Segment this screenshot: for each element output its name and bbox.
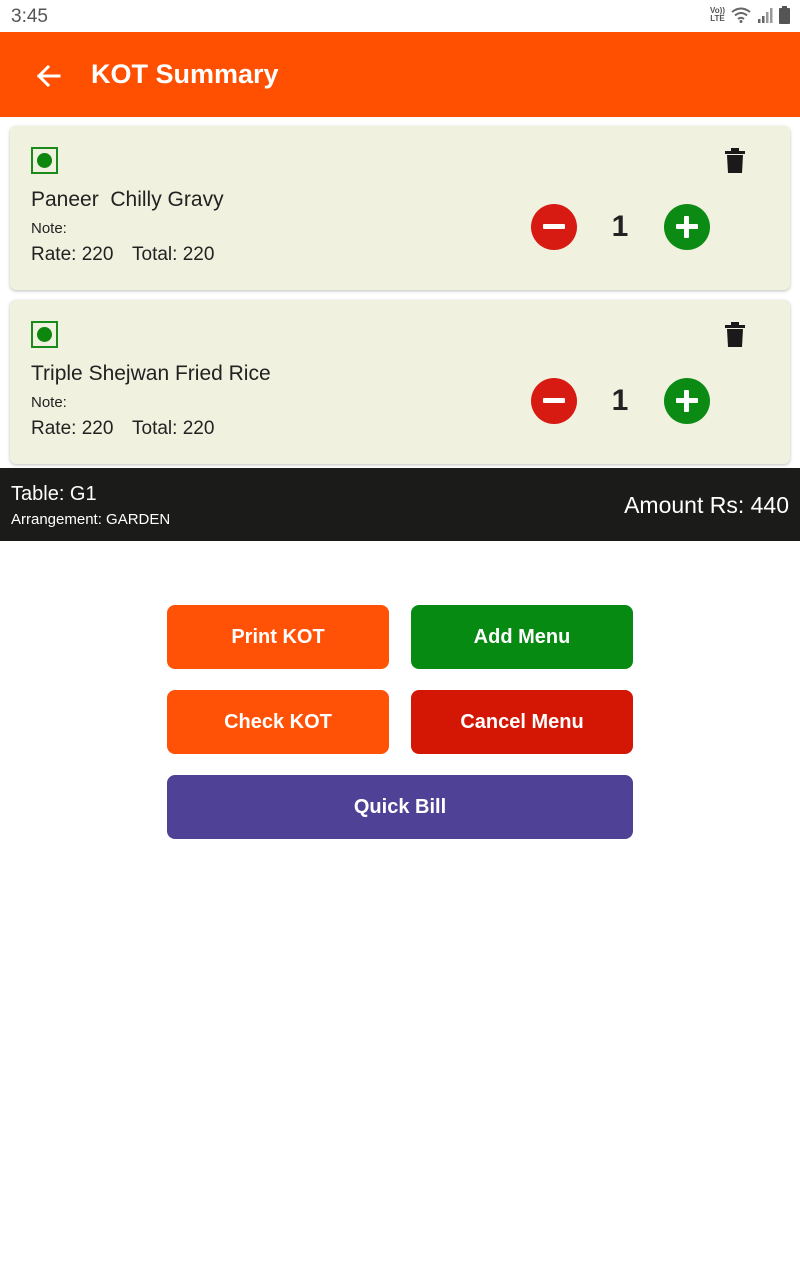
- signal-icon: [758, 8, 773, 23]
- status-bar: 3:45 Vo)) LTE: [0, 0, 800, 32]
- battery-icon: [779, 6, 790, 24]
- print-kot-button[interactable]: Print KOT: [167, 605, 389, 669]
- status-icons: Vo)) LTE: [710, 6, 790, 24]
- item-quantity: 1: [611, 210, 629, 243]
- increase-quantity-button[interactable]: [664, 204, 710, 250]
- item-total: Total: 220: [132, 418, 215, 439]
- amount-label: Amount Rs: 440: [624, 492, 789, 518]
- quick-bill-button[interactable]: Quick Bill: [167, 775, 633, 839]
- back-button[interactable]: [30, 58, 66, 94]
- wifi-icon: [731, 7, 751, 23]
- item-quantity: 1: [611, 384, 629, 417]
- page-title: KOT Summary: [91, 59, 279, 89]
- add-menu-button[interactable]: Add Menu: [411, 605, 633, 669]
- decrease-quantity-button[interactable]: [531, 378, 577, 424]
- status-time: 3:45: [11, 6, 48, 27]
- item-name: Triple Shejwan Fried Rice: [31, 362, 271, 385]
- increase-quantity-button[interactable]: [664, 378, 710, 424]
- back-arrow-icon: [36, 64, 61, 88]
- cancel-menu-button[interactable]: Cancel Menu: [411, 690, 633, 754]
- item-name: Paneer Chilly Gravy: [31, 188, 224, 211]
- item-total: Total: 220: [132, 244, 215, 265]
- order-item-card: Triple Shejwan Fried Rice Note: Rate: 22…: [10, 300, 790, 464]
- item-rate: Rate: 220: [31, 244, 114, 265]
- veg-indicator-icon: [31, 147, 58, 174]
- table-label: Table: G1: [11, 483, 97, 505]
- delete-icon[interactable]: [724, 148, 746, 174]
- volte-icon: Vo)) LTE: [710, 6, 725, 23]
- item-note: Note:: [31, 220, 67, 237]
- arrangement-label: Arrangement: GARDEN: [11, 511, 171, 528]
- veg-indicator-icon: [31, 321, 58, 348]
- delete-icon[interactable]: [724, 322, 746, 348]
- app-bar: KOT Summary: [0, 32, 800, 117]
- order-item-card: Paneer Chilly Gravy Note: Rate: 220 Tota…: [10, 126, 790, 290]
- order-summary-bar: Table: G1 Arrangement: GARDEN Amount Rs:…: [0, 468, 800, 541]
- item-rate: Rate: 220: [31, 418, 114, 439]
- check-kot-button[interactable]: Check KOT: [167, 690, 389, 754]
- item-note: Note:: [31, 394, 67, 411]
- decrease-quantity-button[interactable]: [531, 204, 577, 250]
